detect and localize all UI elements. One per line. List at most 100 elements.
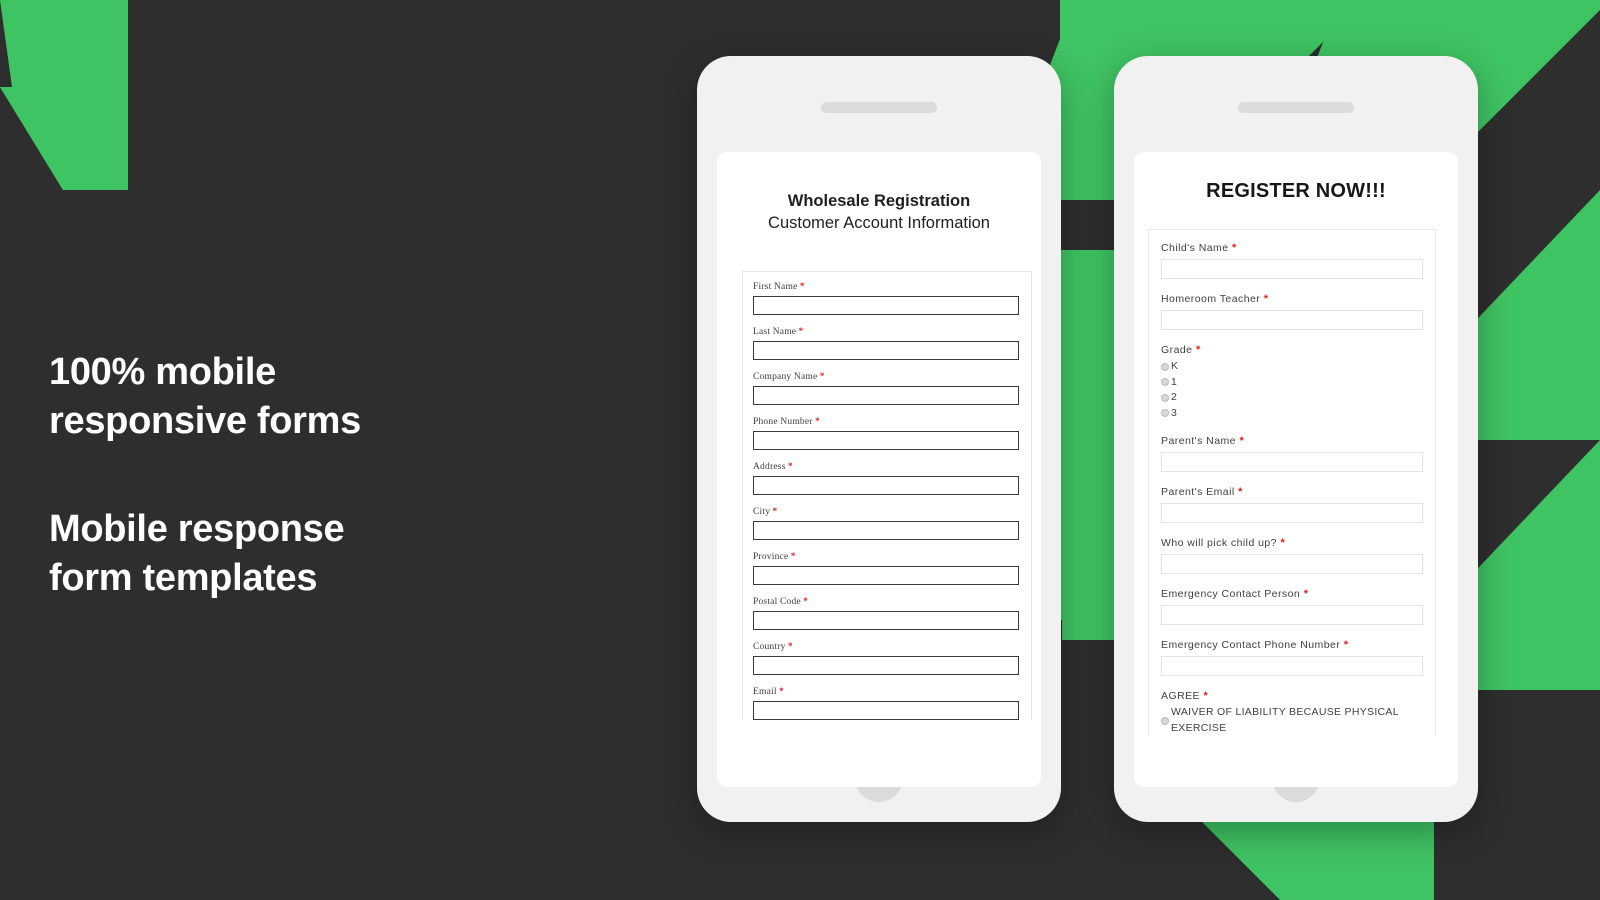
field-input-parent-s-name[interactable] (1161, 452, 1423, 472)
form-field-province: Province * (753, 551, 1019, 585)
required-marker: * (1260, 293, 1269, 305)
radio-button-icon[interactable] (1161, 362, 1169, 371)
required-marker: * (1340, 639, 1349, 651)
radio-option[interactable]: K (1161, 359, 1423, 375)
field-input-last-name[interactable] (753, 341, 1019, 360)
form-field-card: First Name * Last Name * Company Name * Pho… (742, 271, 1032, 720)
form-title-line-2: Customer Account Information (768, 214, 990, 232)
required-marker: * (776, 686, 784, 696)
phone-mockup-right: REGISTER NOW!!! Child's Name * Homeroom T… (1114, 56, 1478, 822)
form-field-first-name: First Name * (753, 281, 1019, 315)
field-label: Country * (753, 641, 793, 652)
field-label: Parent's Name * (1161, 435, 1245, 447)
field-input-city[interactable] (753, 521, 1019, 540)
form-field-phone-number: Phone Number * (753, 416, 1019, 450)
field-label: Postal Code * (753, 596, 809, 607)
form-field-email: Email * (753, 686, 1019, 720)
field-label: AGREE * (1161, 690, 1209, 702)
field-input-address[interactable] (753, 476, 1019, 495)
radio-option[interactable]: 1 (1161, 375, 1423, 391)
required-marker: * (1300, 588, 1309, 600)
required-marker: * (1234, 486, 1243, 498)
field-label: Company Name * (753, 371, 825, 382)
form-title: REGISTER NOW!!! (1206, 180, 1386, 202)
radio-button-icon[interactable] (1161, 716, 1169, 725)
radio-option-label: 3 (1171, 406, 1178, 419)
form-field-card: Child's Name * Homeroom Teacher * Grade * K… (1148, 229, 1436, 736)
field-label: Phone Number * (753, 416, 820, 427)
required-marker: * (785, 641, 793, 651)
field-label: Address * (753, 461, 793, 472)
required-marker: * (1228, 242, 1237, 254)
field-input-emergency-contact-person[interactable] (1161, 605, 1423, 625)
phone-mockup-left: Wholesale Registration Customer Account … (697, 56, 1061, 822)
form-field-agree: AGREE * WAIVER OF LIABILITY BECAUSE PHYSI… (1161, 690, 1423, 736)
field-input-country[interactable] (753, 656, 1019, 675)
radio-option-label: WAIVER OF LIABILITY BECAUSE PHYSICAL EXE… (1171, 706, 1399, 734)
required-marker: * (1192, 344, 1201, 356)
required-marker: * (770, 506, 778, 516)
form-field-postal-code: Postal Code * (753, 596, 1019, 630)
field-input-emergency-contact-phone-number[interactable] (1161, 656, 1423, 676)
form-field-parent-s-email: Parent's Email * (1161, 486, 1423, 523)
field-label: Grade * (1161, 344, 1201, 356)
radio-option[interactable]: WAIVER OF LIABILITY BECAUSE PHYSICAL EXE… (1161, 705, 1423, 736)
required-marker: * (797, 281, 805, 291)
radio-button-icon[interactable] (1161, 378, 1169, 387)
field-label: Emergency Contact Phone Number * (1161, 639, 1349, 651)
field-label: Email * (753, 686, 784, 697)
radio-option[interactable]: 2 (1161, 390, 1423, 406)
required-marker: * (817, 371, 825, 381)
radio-option-label: 2 (1171, 391, 1178, 403)
form-field-company-name: Company Name * (753, 371, 1019, 405)
required-marker: * (1200, 690, 1209, 702)
form-field-parent-s-name: Parent's Name * (1161, 435, 1423, 472)
headline-primary: 100% mobile responsive forms (49, 348, 519, 446)
radio-option[interactable]: 3 (1161, 406, 1423, 422)
form-field-child-s-name: Child's Name * (1161, 242, 1423, 279)
radio-button-icon[interactable] (1161, 409, 1169, 418)
required-marker: * (812, 416, 820, 426)
radio-button-icon[interactable] (1161, 393, 1169, 402)
form-title-block: Wholesale Registration Customer Account … (717, 190, 1041, 234)
required-marker: * (785, 461, 793, 471)
required-marker: * (800, 596, 809, 606)
field-label: Parent's Email * (1161, 486, 1243, 498)
form-field-grade: Grade * K 1 2 3 (1161, 344, 1423, 421)
field-input-company-name[interactable] (753, 386, 1019, 405)
phone-screen-left: Wholesale Registration Customer Account … (717, 152, 1041, 787)
field-input-phone-number[interactable] (753, 431, 1019, 450)
wholesale-registration-form: Wholesale Registration Customer Account … (717, 152, 1041, 720)
required-marker: * (788, 551, 796, 561)
phone-screen-right: REGISTER NOW!!! Child's Name * Homeroom T… (1134, 152, 1458, 787)
field-input-parent-s-email[interactable] (1161, 503, 1423, 523)
headline-secondary: Mobile response form templates (49, 505, 519, 603)
phone-speaker-grill (821, 102, 937, 113)
headline-line-4: form templates (49, 557, 318, 599)
radio-option-label: 1 (1171, 375, 1178, 388)
field-input-homeroom-teacher[interactable] (1161, 310, 1423, 330)
radio-group-agree: WAIVER OF LIABILITY BECAUSE PHYSICAL EXE… (1161, 705, 1423, 736)
headline-copy: 100% mobile responsive forms Mobile resp… (49, 348, 519, 603)
form-field-homeroom-teacher: Homeroom Teacher * (1161, 293, 1423, 330)
field-input-email[interactable] (753, 701, 1019, 720)
headline-line-1: 100% mobile (49, 351, 276, 393)
form-field-emergency-contact-person: Emergency Contact Person * (1161, 588, 1423, 625)
field-label: Child's Name * (1161, 242, 1237, 254)
form-field-who-will-pick-child-up: Who will pick child up? * (1161, 537, 1423, 574)
form-field-emergency-contact-phone-number: Emergency Contact Phone Number * (1161, 639, 1423, 676)
form-title-line-1: Wholesale Registration (787, 192, 971, 210)
required-marker: * (796, 326, 804, 336)
field-input-postal-code[interactable] (753, 611, 1019, 630)
form-field-country: Country * (753, 641, 1019, 675)
field-input-first-name[interactable] (753, 296, 1019, 315)
field-label: Emergency Contact Person * (1161, 588, 1309, 600)
field-input-who-will-pick-child-up[interactable] (1161, 554, 1423, 574)
form-field-last-name: Last Name * (753, 326, 1019, 360)
radio-group-grade: K 1 2 3 (1161, 359, 1423, 421)
field-input-child-s-name[interactable] (1161, 259, 1423, 279)
phone-speaker-grill (1238, 102, 1354, 113)
field-label: Homeroom Teacher * (1161, 293, 1269, 305)
field-label: First Name * (753, 281, 805, 292)
field-input-province[interactable] (753, 566, 1019, 585)
